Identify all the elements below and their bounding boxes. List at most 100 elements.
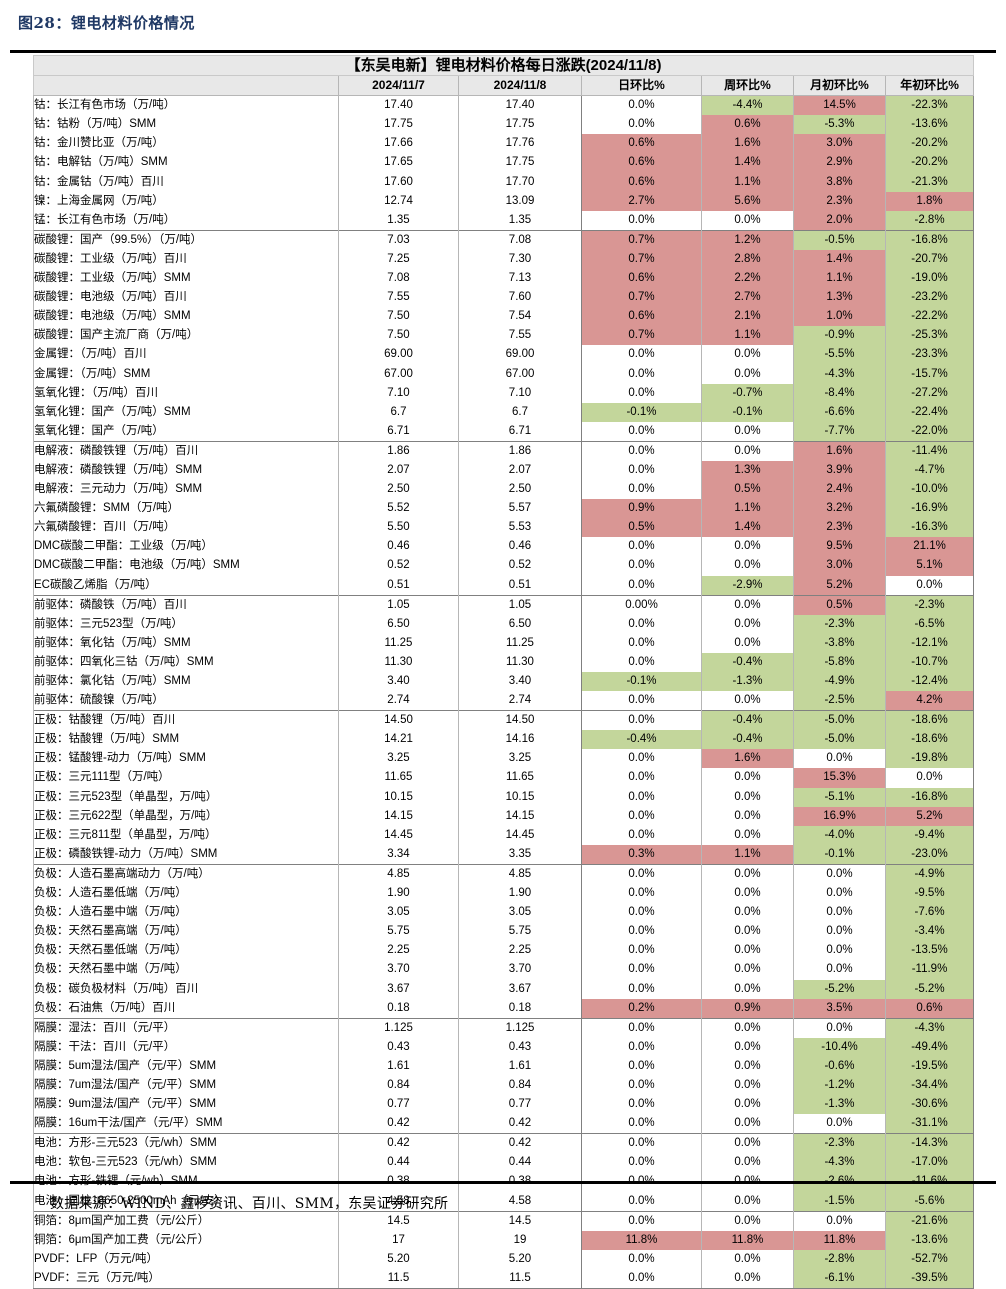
row-label: 锰：长江有色市场（万/吨） [33,210,339,231]
cell-price-curr: 0.84 [458,1075,582,1096]
cell-month-change: 3.8% [793,172,886,192]
table-row: DMC碳酸二甲酯：工业级（万/吨） 0.46 0.46 0.0% 0.0% 9.5% 21.… [33,537,975,557]
cell-weekly-change: 0.0% [701,1153,794,1173]
cell-daily-change: 0.0% [581,1037,702,1057]
cell-price-prev: 1.90 [338,884,459,904]
cell-weekly-change: 0.0% [701,922,794,942]
cell-daily-change: 0.0% [581,903,702,923]
table-row: 电解液：三元动力（万/吨）SMM 2.50 2.50 0.0% 0.5% 2.4% -10.… [33,480,975,500]
row-label: 隔膜：湿法：百川（元/平） [33,1017,339,1038]
cell-month-change: -5.5% [793,345,886,365]
cell-ytd-change: -25.3% [885,326,975,346]
cell-price-prev: 2.07 [338,460,459,481]
cell-daily-change: 0.7% [581,229,702,250]
row-label: 碳酸锂：电池级（万/吨）SMM [33,307,339,327]
cell-price-curr: 2.74 [458,691,582,711]
cell-ytd-change: -9.5% [885,884,975,904]
cell-month-change: -2.3% [793,614,886,634]
cell-daily-change: 0.0% [581,1056,702,1076]
cell-price-curr: 5.57 [458,499,582,519]
cell-price-prev: 11.30 [338,652,459,672]
cell-month-change: -5.8% [793,652,886,672]
cell-weekly-change: 0.0% [701,537,794,557]
cell-price-curr: 7.13 [458,269,582,289]
cell-weekly-change: 0.0% [701,1037,794,1057]
cell-ytd-change: -16.9% [885,499,975,519]
cell-month-change: 0.0% [793,941,886,961]
cell-daily-change: 0.3% [581,844,702,865]
table-row: EC碳酸乙烯脂（万/吨） 0.51 0.51 0.0% -2.9% 5.2% 0.0% [33,575,975,596]
cell-price-prev: 7.25 [338,249,459,270]
top-rule [10,50,996,53]
row-label: EC碳酸乙烯脂（万/吨） [33,575,339,596]
cell-daily-change: 0.0% [581,1153,702,1173]
cell-weekly-change: 1.3% [701,460,794,481]
cell-weekly-change: -0.4% [701,652,794,672]
cell-weekly-change: 2.1% [701,307,794,327]
cell-weekly-change: -0.7% [701,383,794,403]
cell-daily-change: 0.0% [581,460,702,481]
cell-daily-change: 0.7% [581,249,702,270]
cell-price-curr: 3.25 [458,749,582,769]
cell-daily-change: 0.6% [581,134,702,154]
row-label: PVDF：三元（万元/吨） [33,1268,339,1289]
cell-month-change: 0.0% [793,863,886,885]
table-row: 金属锂：（万/吨）百川 69.00 69.00 0.0% 0.0% -5.5% -23.3% [33,345,975,365]
cell-price-prev: 0.51 [338,575,459,596]
cell-weekly-change: 0.6% [701,115,794,135]
cell-ytd-change: 4.2% [885,691,975,711]
cell-weekly-change: -0.4% [701,730,794,750]
cell-price-prev: 0.43 [338,1037,459,1057]
table-row: 前驱体：氯化钴（万/吨）SMM 3.40 3.40 -0.1% -1.3% -4.9% -1… [33,672,975,692]
cell-ytd-change: -13.6% [885,115,975,135]
cell-month-change: -6.6% [793,402,886,422]
row-label: 负极：碳负极材料（万/吨）百川 [33,979,339,999]
cell-ytd-change: -22.2% [885,307,975,327]
table-row: PVDF：LFP（万元/吨） 5.20 5.20 0.0% 0.0% -2.8% -52.7… [33,1249,975,1269]
cell-price-prev: 1.05 [338,594,459,615]
row-label: 碳酸锂：国产主流厂商（万/吨） [33,326,339,346]
cell-weekly-change: 0.9% [701,998,794,1019]
cell-ytd-change: -20.7% [885,249,975,270]
cell-price-prev: 3.67 [338,979,459,999]
table-row: 碳酸锂：国产主流厂商（万/吨） 7.50 7.55 0.7% 1.1% -0.9% -25.… [33,326,975,346]
cell-daily-change: 0.6% [581,153,702,173]
cell-daily-change: 0.0% [581,440,702,461]
cell-price-curr: 4.58 [458,1191,582,1212]
cell-ytd-change: -52.7% [885,1249,975,1269]
cell-ytd-change: -9.4% [885,825,975,845]
cell-price-curr: 17.40 [458,95,582,116]
row-label: 前驱体：三元523型（万/吨） [33,614,339,634]
cell-daily-change: 0.0% [581,1191,702,1212]
cell-price-prev: 6.50 [338,614,459,634]
cell-month-change: -4.9% [793,672,886,692]
table-row: 正极：锰酸锂-动力（万/吨）SMM 3.25 3.25 0.0% 1.6% 0.0% -19… [33,749,975,769]
cell-daily-change: 0.0% [581,480,702,500]
table-row: 碳酸锂：工业级（万/吨）SMM 7.08 7.13 0.6% 2.2% 1.1% -19.0… [33,269,975,289]
cell-price-prev: 5.75 [338,922,459,942]
cell-price-curr: 0.42 [458,1133,582,1154]
cell-price-curr: 7.08 [458,229,582,250]
cell-price-curr: 4.85 [458,863,582,885]
table-banner-row: 【东吴电新】锂电材料价格每日涨跌(2024/11/8) [32,54,975,77]
cell-price-prev: 11.65 [338,768,459,788]
row-label: 碳酸锂：工业级（万/吨）百川 [33,249,339,270]
cell-daily-change: 0.0% [581,884,702,904]
row-label: 负极：石油焦（万/吨）百川 [33,998,339,1019]
cell-weekly-change: 1.4% [701,518,794,538]
cell-daily-change: 0.0% [581,922,702,942]
row-label: 电解液：磷酸铁锂（万/吨）SMM [33,460,339,481]
row-label: 负极：天然石墨低端（万/吨） [33,941,339,961]
cell-daily-change: 0.0% [581,710,702,731]
cell-price-curr: 67.00 [458,364,582,384]
cell-weekly-change: 0.0% [701,903,794,923]
table-row: 钴：长江有色市场（万/吨） 17.40 17.40 0.0% -4.4% 14.5% -22… [33,95,975,116]
cell-weekly-change: 0.0% [701,787,794,807]
cell-month-change: -3.8% [793,633,886,653]
cell-price-prev: 7.55 [338,288,459,308]
cell-weekly-change: 0.0% [701,1056,794,1076]
cell-price-curr: 14.45 [458,825,582,845]
cell-month-change: 2.4% [793,480,886,500]
cell-price-curr: 7.30 [458,249,582,270]
column-header-name [33,75,339,97]
